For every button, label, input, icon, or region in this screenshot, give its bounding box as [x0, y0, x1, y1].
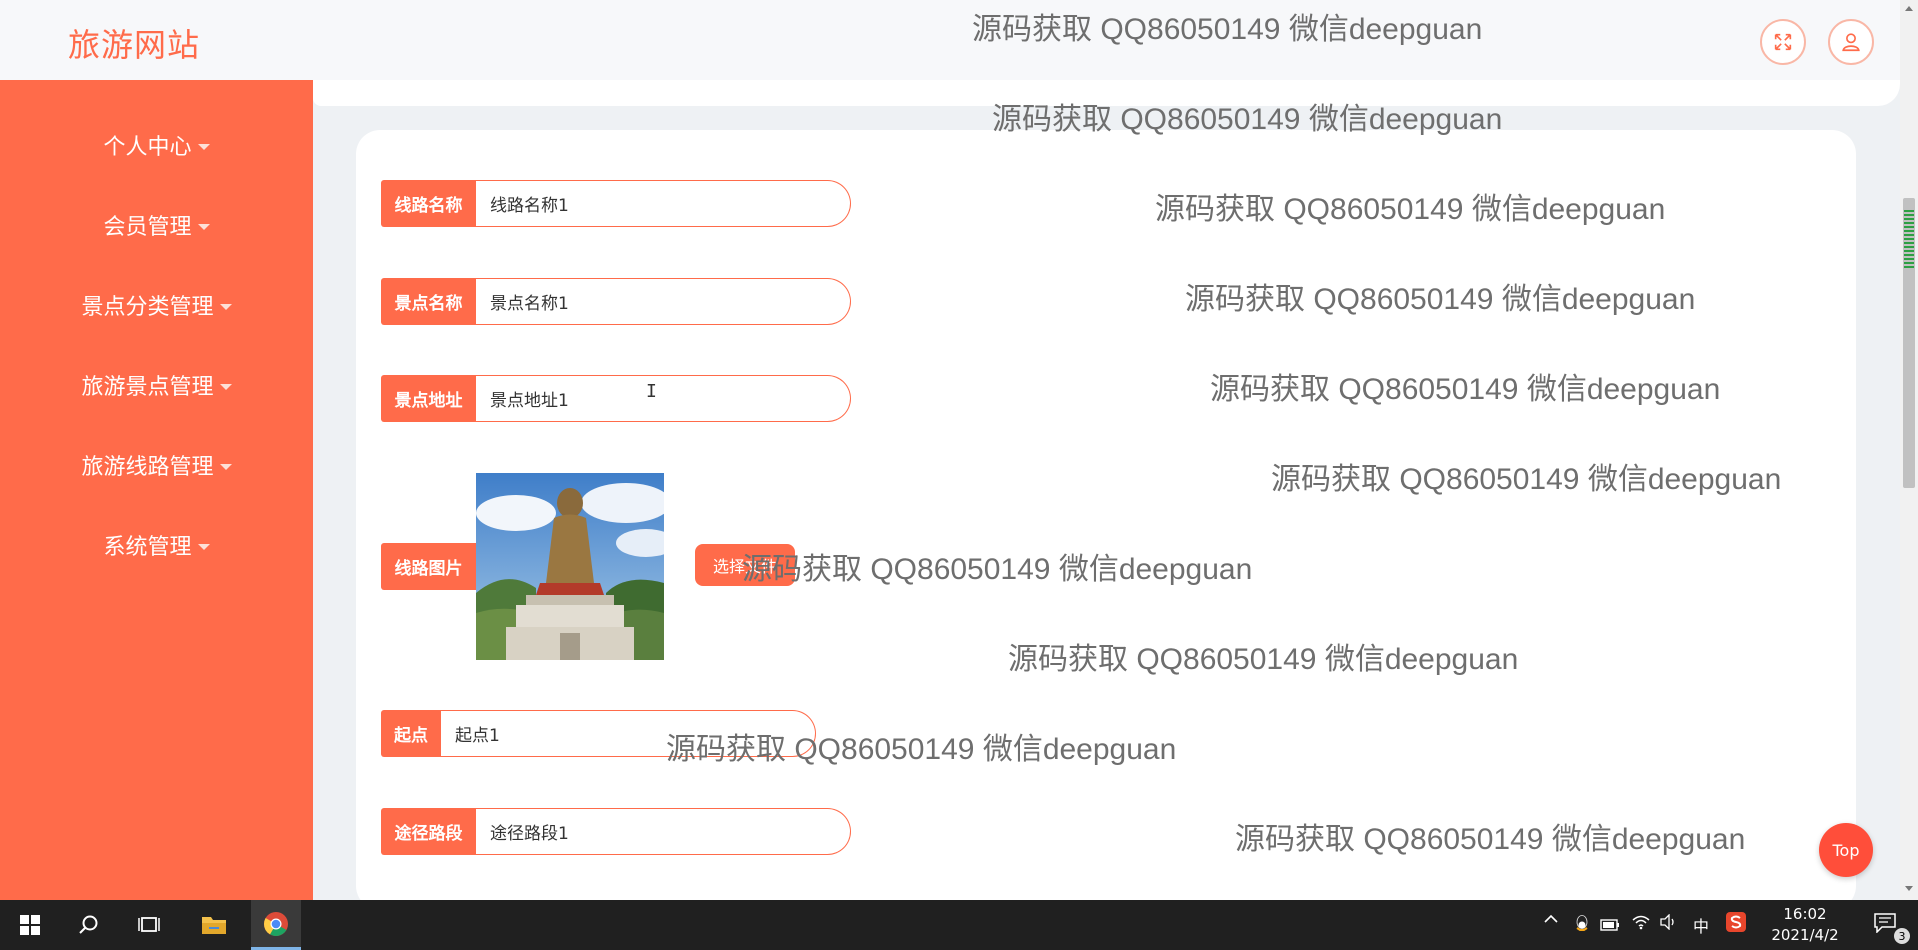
start-input[interactable]	[441, 710, 816, 757]
windows-logo-icon	[20, 915, 40, 935]
action-center-button[interactable]	[1874, 913, 1896, 937]
notification-icon	[1874, 913, 1896, 934]
ime-indicator[interactable]: 中	[1693, 913, 1709, 937]
waypoints-row: 途径路段	[381, 808, 851, 855]
sidebar-item-label: 会员管理	[103, 215, 192, 240]
notification-count-badge: 3	[1894, 928, 1910, 944]
show-hidden-icons-button[interactable]	[1543, 912, 1559, 930]
sidebar-item-label: 系统管理	[103, 535, 192, 560]
sidebar: 个人中心 会员管理 景点分类管理 旅游景点管理 旅游线路管理 系统管理	[0, 80, 313, 900]
qq-penguin-icon	[1576, 915, 1588, 931]
site-title[interactable]: 旅游网站	[68, 20, 200, 66]
caret-down-icon	[219, 384, 232, 390]
volume-tray-icon[interactable]	[1660, 913, 1678, 934]
caret-down-icon	[197, 144, 210, 150]
task-view-icon	[138, 917, 160, 932]
battery-icon	[1600, 919, 1619, 931]
file-explorer-button[interactable]	[189, 900, 239, 950]
spot-address-input[interactable]	[476, 375, 851, 422]
search-button[interactable]	[64, 900, 114, 950]
sidebar-item-label: 个人中心	[103, 135, 192, 160]
system-clock[interactable]: 16:02 2021/4/2	[1760, 904, 1850, 946]
back-to-top-button[interactable]: Top	[1819, 823, 1873, 877]
sidebar-item-label: 景点分类管理	[81, 295, 214, 320]
choose-file-button[interactable]: 选择文件	[695, 544, 795, 586]
buddha-statue-image	[476, 473, 664, 660]
spot-name-label: 景点名称	[381, 278, 476, 325]
route-name-row: 线路名称	[381, 180, 851, 227]
battery-tray-icon[interactable]	[1600, 917, 1620, 935]
sidebar-item-member-management[interactable]: 会员管理	[0, 195, 313, 255]
caret-down-icon	[197, 224, 210, 230]
caret-down-icon	[197, 544, 210, 550]
user-icon	[1842, 33, 1860, 52]
sidebar-item-personal-center[interactable]: 个人中心	[0, 115, 313, 175]
page-scrollbar[interactable]	[1900, 0, 1918, 900]
chrome-taskbar-button[interactable]	[251, 900, 301, 950]
speaker-icon	[1660, 913, 1674, 931]
clock-date: 2021/4/2	[1771, 926, 1839, 944]
scroll-down-arrow-icon[interactable]	[1905, 886, 1913, 891]
wifi-icon	[1632, 915, 1650, 930]
caret-down-icon	[219, 464, 232, 470]
text-cursor-icon: I	[646, 381, 657, 402]
chevron-up-icon	[1544, 914, 1558, 923]
task-view-button[interactable]	[124, 900, 174, 950]
route-image-preview	[476, 473, 664, 660]
sidebar-item-label: 旅游线路管理	[81, 455, 214, 480]
route-image-label: 线路图片	[381, 543, 476, 590]
breadcrumb-strip	[313, 80, 1900, 106]
sidebar-item-spot-category-management[interactable]: 景点分类管理	[0, 275, 313, 335]
waypoints-label: 途径路段	[381, 808, 476, 855]
network-tray-icon[interactable]	[1632, 914, 1650, 934]
start-label: 起点	[381, 710, 441, 757]
sidebar-item-spot-management[interactable]: 旅游景点管理	[0, 355, 313, 415]
windows-taskbar: 中 16:02 2021/4/2 3	[0, 900, 1918, 950]
top-header: 旅游网站	[0, 0, 1900, 80]
caret-down-icon	[219, 304, 232, 310]
sidebar-item-system-management[interactable]: 系统管理	[0, 515, 313, 575]
spot-name-input[interactable]	[476, 278, 851, 325]
spot-address-label: 景点地址	[381, 375, 476, 422]
waypoints-input[interactable]	[476, 808, 851, 855]
route-name-label: 线路名称	[381, 180, 476, 227]
scrollbar-marker	[1904, 210, 1914, 270]
folder-icon	[202, 917, 226, 934]
search-icon	[79, 915, 98, 934]
fullscreen-button[interactable]	[1760, 19, 1806, 65]
sidebar-item-route-management[interactable]: 旅游线路管理	[0, 435, 313, 495]
sogou-ime-tray-icon[interactable]	[1726, 912, 1746, 936]
user-button[interactable]	[1828, 19, 1874, 65]
sidebar-item-label: 旅游景点管理	[81, 375, 214, 400]
spot-address-row: 景点地址	[381, 375, 851, 422]
sogou-icon	[1726, 912, 1746, 932]
route-name-input[interactable]	[476, 180, 851, 227]
fullscreen-icon	[1774, 33, 1792, 51]
clock-time: 16:02	[1783, 905, 1827, 923]
scroll-up-arrow-icon[interactable]	[1905, 6, 1913, 11]
chrome-icon	[264, 911, 288, 936]
spot-name-row: 景点名称	[381, 278, 851, 325]
start-button[interactable]	[5, 900, 55, 950]
start-row: 起点	[381, 710, 816, 757]
qq-tray-icon[interactable]	[1574, 914, 1590, 936]
